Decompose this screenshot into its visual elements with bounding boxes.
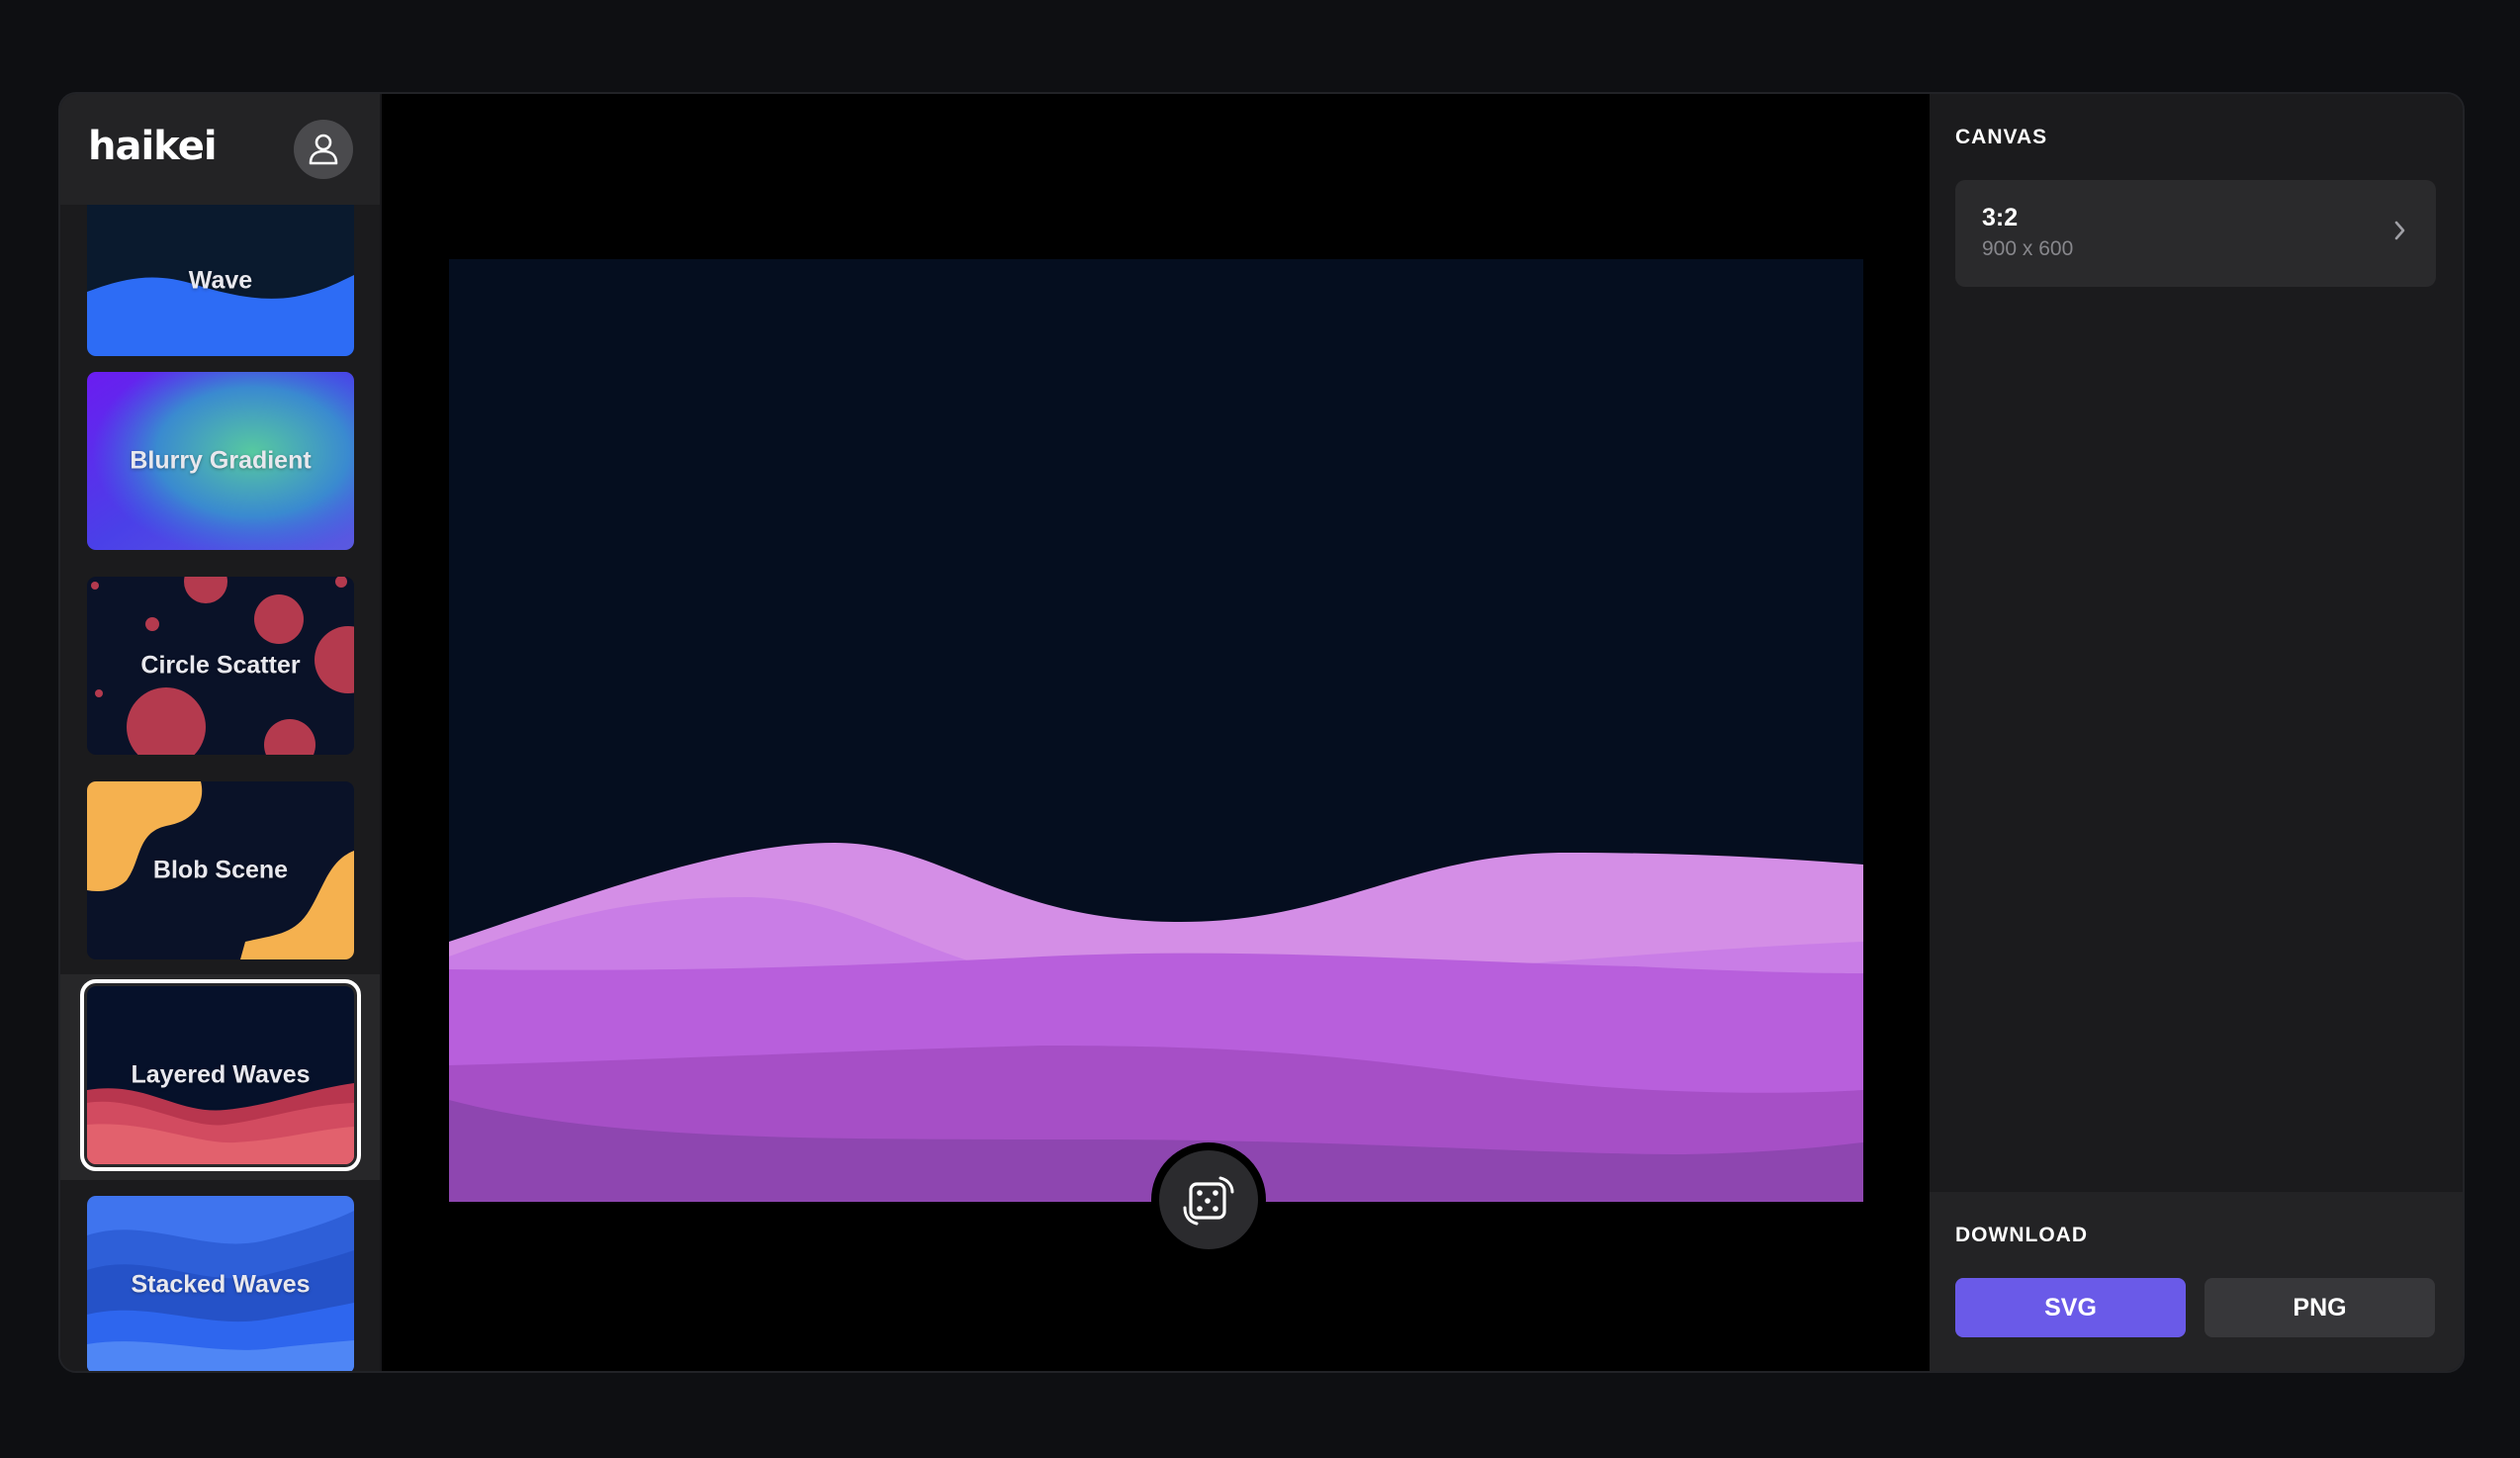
settings-panel: CANVAS 3:2 900 x 600 DOWNLOAD SVG PNG: [1930, 94, 2463, 1371]
canvas-ratio: 3:2: [1982, 204, 2019, 231]
sidebar: haikei Wave Blurry Gradient Circle Scatt…: [60, 94, 382, 1371]
thumb-label: Circle Scatter: [140, 651, 301, 680]
app-window: haikei Wave Blurry Gradient Circle Scatt…: [58, 92, 2465, 1373]
thumb-label: Layered Waves: [131, 1060, 311, 1089]
download-png-button[interactable]: PNG: [2205, 1278, 2435, 1337]
download-section: DOWNLOAD SVG PNG: [1930, 1192, 2463, 1371]
list-item-wave[interactable]: Wave: [60, 205, 380, 384]
download-svg-button[interactable]: SVG: [1955, 1278, 2186, 1337]
chevron-right-icon: [2394, 221, 2405, 240]
thumb-stacked-waves[interactable]: Stacked Waves: [87, 1196, 354, 1371]
canvas-size-selector[interactable]: 3:2 900 x 600: [1955, 180, 2436, 287]
thumb-layered-waves[interactable]: Layered Waves: [80, 979, 361, 1171]
dice-icon: [1183, 1176, 1234, 1226]
canvas-dimensions: 900 x 600: [1982, 237, 2074, 260]
thumb-wave[interactable]: Wave: [87, 205, 354, 356]
thumb-blurry-gradient[interactable]: Blurry Gradient: [87, 372, 354, 550]
user-icon: [309, 134, 338, 165]
thumb-circle-scatter[interactable]: Circle Scatter: [87, 577, 354, 755]
thumb-blob-scene[interactable]: Blob Scene: [87, 781, 354, 959]
thumb-label: Wave: [188, 266, 253, 295]
canvas-section-title: CANVAS: [1955, 126, 2048, 148]
list-item-layered-waves[interactable]: Layered Waves: [60, 974, 380, 1180]
list-item-circle-scatter[interactable]: Circle Scatter: [60, 577, 380, 782]
list-item-stacked-waves[interactable]: Stacked Waves: [60, 1196, 380, 1371]
download-section-title: DOWNLOAD: [1955, 1224, 2088, 1246]
thumb-label: Blurry Gradient: [130, 446, 312, 475]
randomize-button[interactable]: [1151, 1142, 1266, 1257]
preview-stage: [382, 94, 1930, 1371]
thumb-label: Stacked Waves: [131, 1270, 311, 1299]
user-account-button[interactable]: [294, 120, 353, 179]
thumb-label: Blob Scene: [152, 856, 289, 884]
haikei-logo[interactable]: haikei: [88, 124, 218, 169]
layered-waves-canvas: [449, 259, 1863, 1202]
sidebar-header: haikei: [60, 94, 380, 205]
generator-list[interactable]: Wave Blurry Gradient Circle Scatter Blob…: [60, 205, 380, 1371]
list-item-blurry-gradient[interactable]: Blurry Gradient: [60, 372, 380, 578]
list-item-blob-scene[interactable]: Blob Scene: [60, 781, 380, 987]
